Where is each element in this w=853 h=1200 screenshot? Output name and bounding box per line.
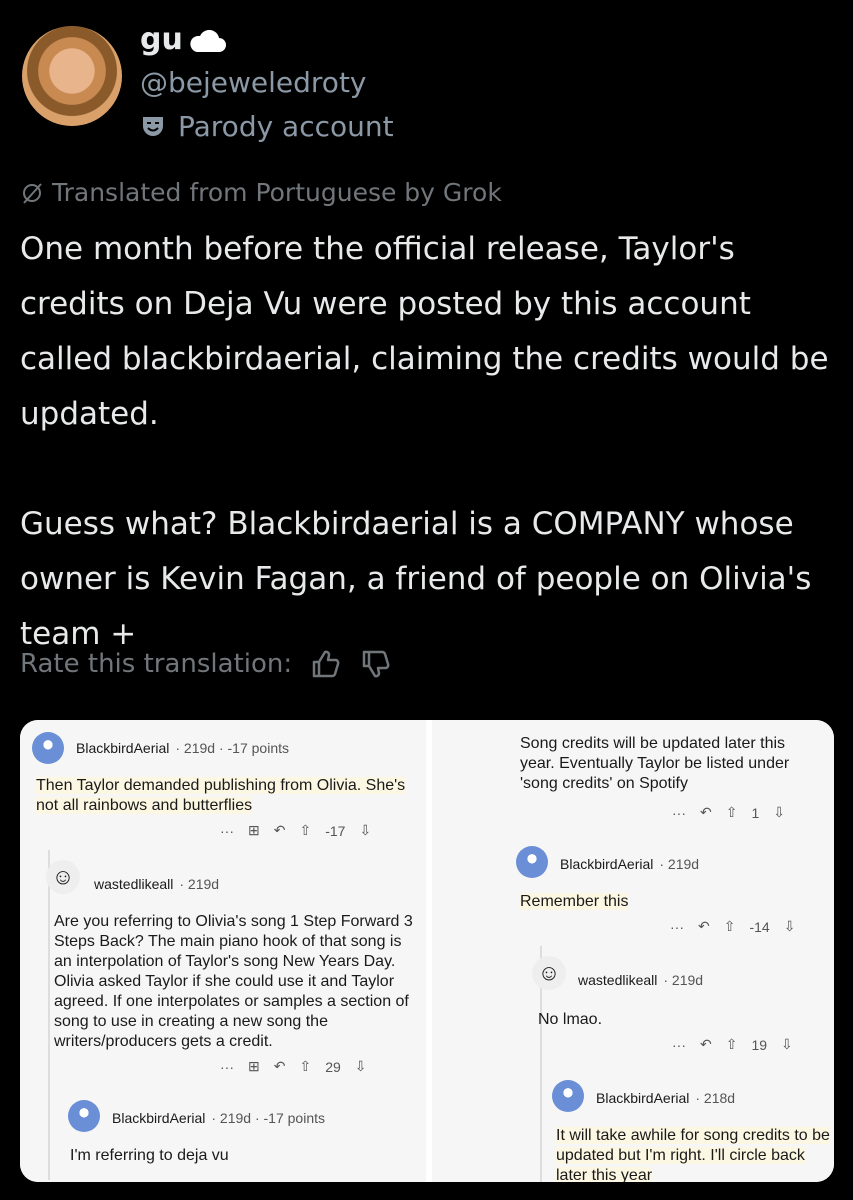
comment-meta: wastedlikeall · 219d [94, 876, 220, 892]
downvote-icon: ⇩ [359, 822, 372, 838]
comment-meta: BlackbirdAerial · 219d [560, 856, 700, 872]
comment-username: BlackbirdAerial [596, 1090, 690, 1106]
comment-meta: BlackbirdAerial · 219d · -17 points [76, 740, 289, 756]
downvote-icon: ⇩ [781, 1036, 793, 1052]
award-icon: ⊞ [248, 822, 260, 838]
comment-username: BlackbirdAerial [112, 1110, 206, 1126]
screenshot-left: BlackbirdAerial · 219d · -17 points Then… [20, 720, 426, 1182]
display-name[interactable]: gu [140, 22, 183, 57]
comment-text: It will take awhile for song credits to … [556, 1127, 830, 1182]
theater-mask-icon [143, 116, 163, 136]
translation-note: Translated from Portuguese by Grok [20, 178, 502, 207]
upvote-icon: ⇧ [299, 1058, 312, 1074]
comment-meta: BlackbirdAerial · 219d · -17 points [112, 1110, 325, 1126]
avatar [68, 1100, 100, 1132]
comment-actions: ··· ↶ ⇧ 1 ⇩ [672, 804, 785, 821]
reply-icon: ↶ [273, 1058, 286, 1074]
avatar [516, 846, 548, 878]
comment-username: wastedlikeall [578, 972, 658, 988]
thumbs-down-icon[interactable] [360, 648, 392, 680]
award-icon: ⊞ [248, 1058, 260, 1074]
screenshot-right: Song credits will be updated later this … [432, 720, 834, 1182]
parody-badge: Parody account [140, 110, 394, 143]
tweet-paragraph-1: One month before the official release, T… [20, 231, 829, 432]
parody-label: Parody account [178, 110, 394, 143]
avatar [552, 1080, 584, 1112]
comment-text: No lmao. [538, 1011, 603, 1028]
tweet-paragraph-2: Guess what? Blackbirdaerial is a COMPANY… [20, 506, 812, 652]
cloud-icon [190, 30, 226, 52]
comment-meta: BlackbirdAerial · 218d [596, 1090, 736, 1106]
comment-username: BlackbirdAerial [76, 740, 170, 756]
avatar[interactable] [22, 26, 122, 126]
comment-text: I'm referring to deja vu [70, 1147, 229, 1164]
avatar: ☺ [532, 956, 566, 990]
media-image[interactable]: BlackbirdAerial · 219d · -17 points Then… [20, 720, 834, 1182]
reply-icon: ↶ [698, 918, 710, 934]
handle[interactable]: @bejeweledroty [140, 66, 367, 99]
grok-icon [23, 182, 42, 204]
translation-note-text: Translated from Portuguese by Grok [52, 178, 502, 207]
comment-actions: ··· ↶ ⇧ -14 ⇩ [670, 918, 796, 935]
comment-text: Then Taylor demanded publishing from Oli… [36, 777, 406, 814]
upvote-icon: ⇧ [725, 1036, 738, 1052]
downvote-icon: ⇩ [354, 1058, 367, 1074]
avatar: ☺ [46, 860, 80, 894]
reply-icon: ↶ [273, 822, 286, 838]
comment-username: BlackbirdAerial [560, 856, 654, 872]
reply-icon: ↶ [700, 1036, 712, 1052]
comment-actions: ··· ⊞ ↶ ⇧ -17 ⇩ [220, 822, 372, 839]
comment-actions: ··· ↶ ⇧ 19 ⇩ [672, 1036, 793, 1053]
downvote-icon: ⇩ [783, 918, 796, 934]
comment-text: Remember this [520, 893, 629, 910]
tweet-text: One month before the official release, T… [20, 222, 835, 662]
upvote-icon: ⇧ [723, 918, 736, 934]
upvote-icon: ⇧ [299, 822, 312, 838]
reply-icon: ↶ [700, 804, 712, 820]
comment-meta: wastedlikeall · 219d [578, 972, 704, 988]
comment-username: wastedlikeall [94, 876, 174, 892]
upvote-icon: ⇧ [725, 804, 738, 820]
comment-actions: ··· ⊞ ↶ ⇧ 29 ⇩ [220, 1058, 367, 1075]
rate-label: Rate this translation: [20, 649, 293, 679]
downvote-icon: ⇩ [773, 804, 785, 820]
comment-text: Song credits will be updated later this … [520, 735, 790, 792]
comment-text: Are you referring to Olivia's song 1 Ste… [54, 913, 413, 1050]
rate-translation: Rate this translation: [20, 648, 392, 680]
avatar [32, 732, 64, 764]
thumbs-up-icon[interactable] [310, 648, 342, 680]
